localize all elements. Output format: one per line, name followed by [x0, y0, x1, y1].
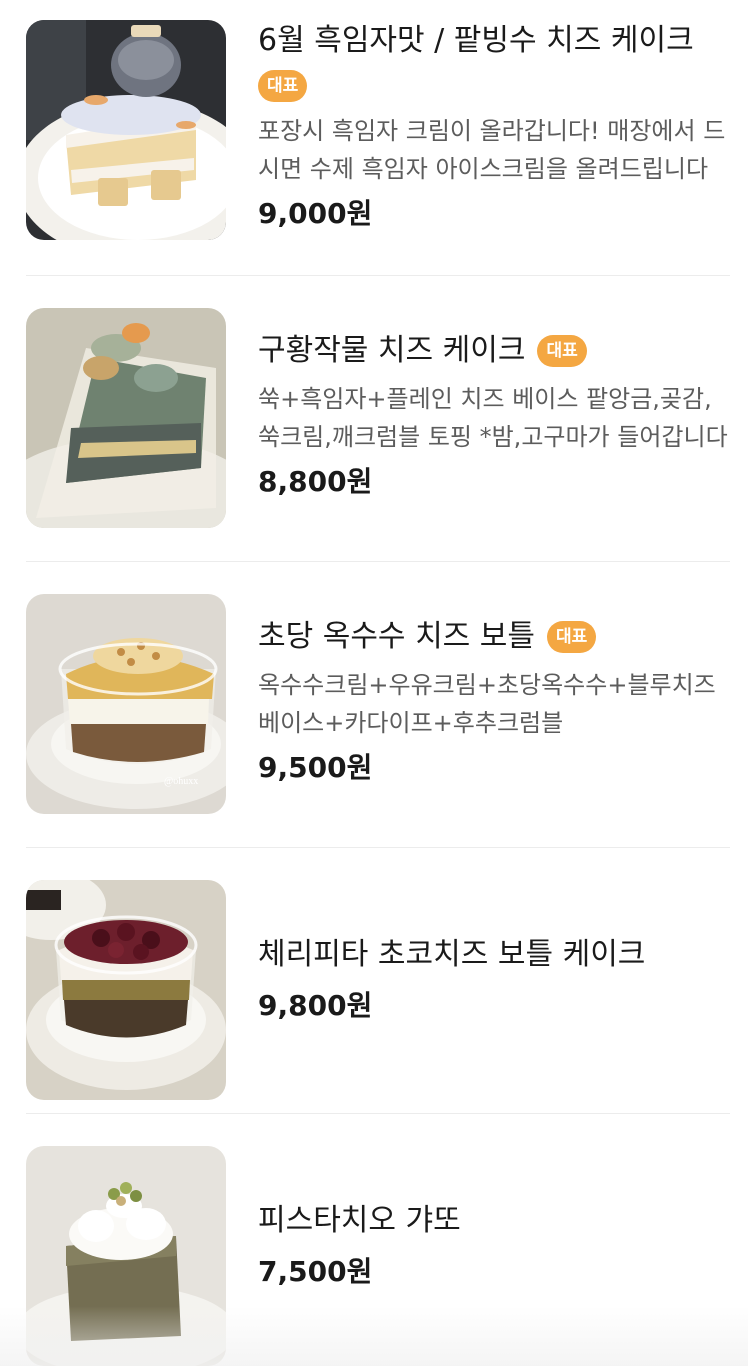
- signature-badge: 대표: [547, 621, 597, 653]
- menu-item-info: 체리피타 초코치즈 보틀 케이크 9,800원: [258, 936, 730, 1024]
- menu-item-name: 구황작물 치즈 케이크: [258, 333, 526, 368]
- menu-item-price: 8,800원: [258, 465, 373, 498]
- menu-item-info: 초당 옥수수 치즈 보틀 대표 옥수수크림+우유크림+초당옥수수+블루치즈베이스…: [258, 618, 730, 786]
- menu-item-name: 초당 옥수수 치즈 보틀: [258, 619, 536, 654]
- menu-item-description: 옥수수크림+우유크림+초당옥수수+블루치즈베이스+카다이프+후추크럼블: [258, 671, 716, 737]
- menu-item-description: 쑥+흑임자+플레인 치즈 베이스 팥앙금,곶감,쑥크림,깨크럼블 토핑 *밤,고…: [258, 385, 728, 451]
- cake-photo: [26, 1146, 226, 1366]
- menu-item-price: 9,000원: [258, 197, 373, 230]
- title-row: 체리피타 초코치즈 보틀 케이크: [258, 936, 730, 974]
- menu-item-price: 9,500원: [258, 751, 373, 784]
- signature-badge: 대표: [258, 70, 308, 102]
- divider: [26, 1113, 730, 1114]
- title-row: 6월 흑임자맛 / 팥빙수 치즈 케이크 대표: [258, 22, 730, 102]
- menu-item-name: 6월 흑임자맛 / 팥빙수 치즈 케이크: [258, 23, 694, 58]
- cake-photo: [26, 308, 226, 528]
- menu-item-name: 피스타치오 갸또: [258, 1203, 461, 1238]
- menu-item-image[interactable]: @ohuxx: [26, 594, 226, 814]
- image-watermark: @ohuxx: [164, 776, 198, 787]
- menu-item-description: 포장시 흑임자 크림이 올라갑니다! 매장에서 드시면 수제 흑임자 아이스크림…: [258, 117, 726, 183]
- menu-item-price: 7,500원: [258, 1255, 373, 1288]
- menu-item-cherry-choco-bottle[interactable]: 체리피타 초코치즈 보틀 케이크 9,800원: [26, 880, 730, 1100]
- divider: [26, 847, 730, 848]
- signature-badge: 대표: [537, 335, 587, 367]
- cake-photo: [26, 880, 226, 1100]
- menu-item-image[interactable]: [26, 20, 226, 240]
- menu-item-root-crop-cheesecake[interactable]: 구황작물 치즈 케이크 대표 쑥+흑임자+플레인 치즈 베이스 팥앙금,곶감,쑥…: [26, 308, 730, 528]
- cake-photo: @ohuxx: [26, 594, 226, 814]
- menu-item-image[interactable]: [26, 880, 226, 1100]
- menu-item-image[interactable]: [26, 308, 226, 528]
- divider: [26, 275, 730, 276]
- menu-item-info: 6월 흑임자맛 / 팥빙수 치즈 케이크 대표 포장시 흑임자 크림이 올라갑니…: [258, 22, 730, 232]
- cake-photo: [26, 20, 226, 240]
- title-row: 구황작물 치즈 케이크 대표: [258, 332, 730, 370]
- title-row: 피스타치오 갸또: [258, 1202, 730, 1240]
- menu-item-price: 9,800원: [258, 989, 373, 1022]
- title-row: 초당 옥수수 치즈 보틀 대표: [258, 618, 730, 656]
- divider: [26, 561, 730, 562]
- menu-item-name: 체리피타 초코치즈 보틀 케이크: [258, 937, 646, 972]
- menu-item-pistachio-gateau[interactable]: 피스타치오 갸또 7,500원: [26, 1146, 730, 1366]
- menu-item-image[interactable]: [26, 1146, 226, 1366]
- menu-item-corn-cheese-bottle[interactable]: @ohuxx 초당 옥수수 치즈 보틀 대표 옥수수크림+우유크림+초당옥수수+…: [26, 594, 730, 814]
- menu-item-info: 구황작물 치즈 케이크 대표 쑥+흑임자+플레인 치즈 베이스 팥앙금,곶감,쑥…: [258, 332, 730, 500]
- menu-item-info: 피스타치오 갸또 7,500원: [258, 1202, 730, 1290]
- menu-item-blacksesame-cheesecake[interactable]: 6월 흑임자맛 / 팥빙수 치즈 케이크 대표 포장시 흑임자 크림이 올라갑니…: [26, 20, 730, 240]
